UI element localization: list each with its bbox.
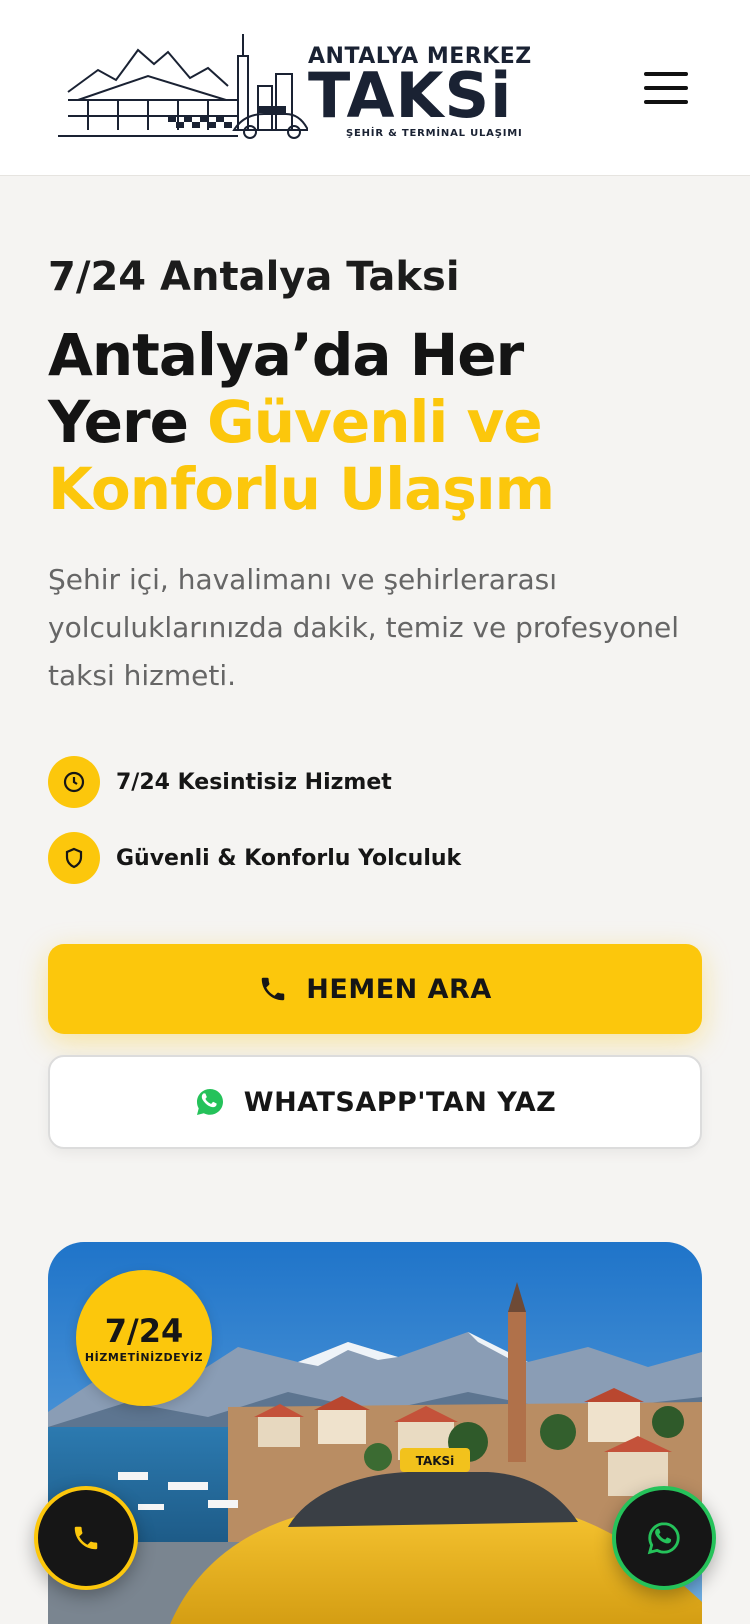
hero-title: Antalya’da Her Yere Güvenli ve Konforlu … [48, 322, 668, 523]
whatsapp-icon [647, 1522, 680, 1555]
hero-eyebrow: 7/24 Antalya Taksi [48, 254, 460, 300]
floating-whatsapp-button[interactable] [612, 1486, 716, 1590]
menu-bar [644, 86, 688, 90]
clock-icon [48, 756, 100, 808]
hero-description: Şehir içi, havalimanı ve şehirlerarası y… [48, 563, 680, 692]
feature-item: 7/24 Kesintisiz Hizmet [48, 756, 392, 808]
site-logo[interactable]: ANTALYA MERKEZ TAKSi ŞEHİR & TERMİNAL UL… [58, 30, 538, 144]
feature-item: Güvenli & Konforlu Yolculuk [48, 832, 461, 884]
antalya-skyline-logo-art [58, 34, 308, 139]
call-now-label: HEMEN ARA [306, 973, 492, 1005]
badge-hours: 7/24 [104, 1311, 184, 1350]
whatsapp-button[interactable]: WHATSAPP'TAN YAZ [48, 1055, 702, 1149]
whatsapp-label: WHATSAPP'TAN YAZ [243, 1086, 557, 1118]
phone-icon [262, 977, 285, 1001]
phone-icon [74, 1526, 98, 1550]
svg-text:TAKSi: TAKSi [416, 1454, 455, 1468]
call-now-button[interactable]: HEMEN ARA [48, 944, 702, 1034]
badge-caption: HİZMETİNİZDEYİZ [84, 1350, 204, 1364]
whatsapp-icon [196, 1089, 223, 1115]
shield-icon [48, 832, 100, 884]
logo-tagline: ŞEHİR & TERMİNAL ULAŞIMI [346, 128, 523, 139]
site-header: ANTALYA MERKEZ TAKSi ŞEHİR & TERMİNAL UL… [0, 0, 750, 176]
feature-label: 7/24 Kesintisiz Hizmet [116, 769, 392, 795]
service-badge: 7/24 HİZMETİNİZDEYİZ [76, 1270, 212, 1406]
menu-bar [644, 72, 688, 76]
floating-call-button[interactable] [34, 1486, 138, 1590]
menu-bar [644, 100, 688, 104]
logo-line-2: TAKSi [308, 59, 513, 132]
feature-label: Güvenli & Konforlu Yolculuk [116, 845, 462, 871]
hamburger-menu-icon[interactable] [644, 70, 690, 106]
